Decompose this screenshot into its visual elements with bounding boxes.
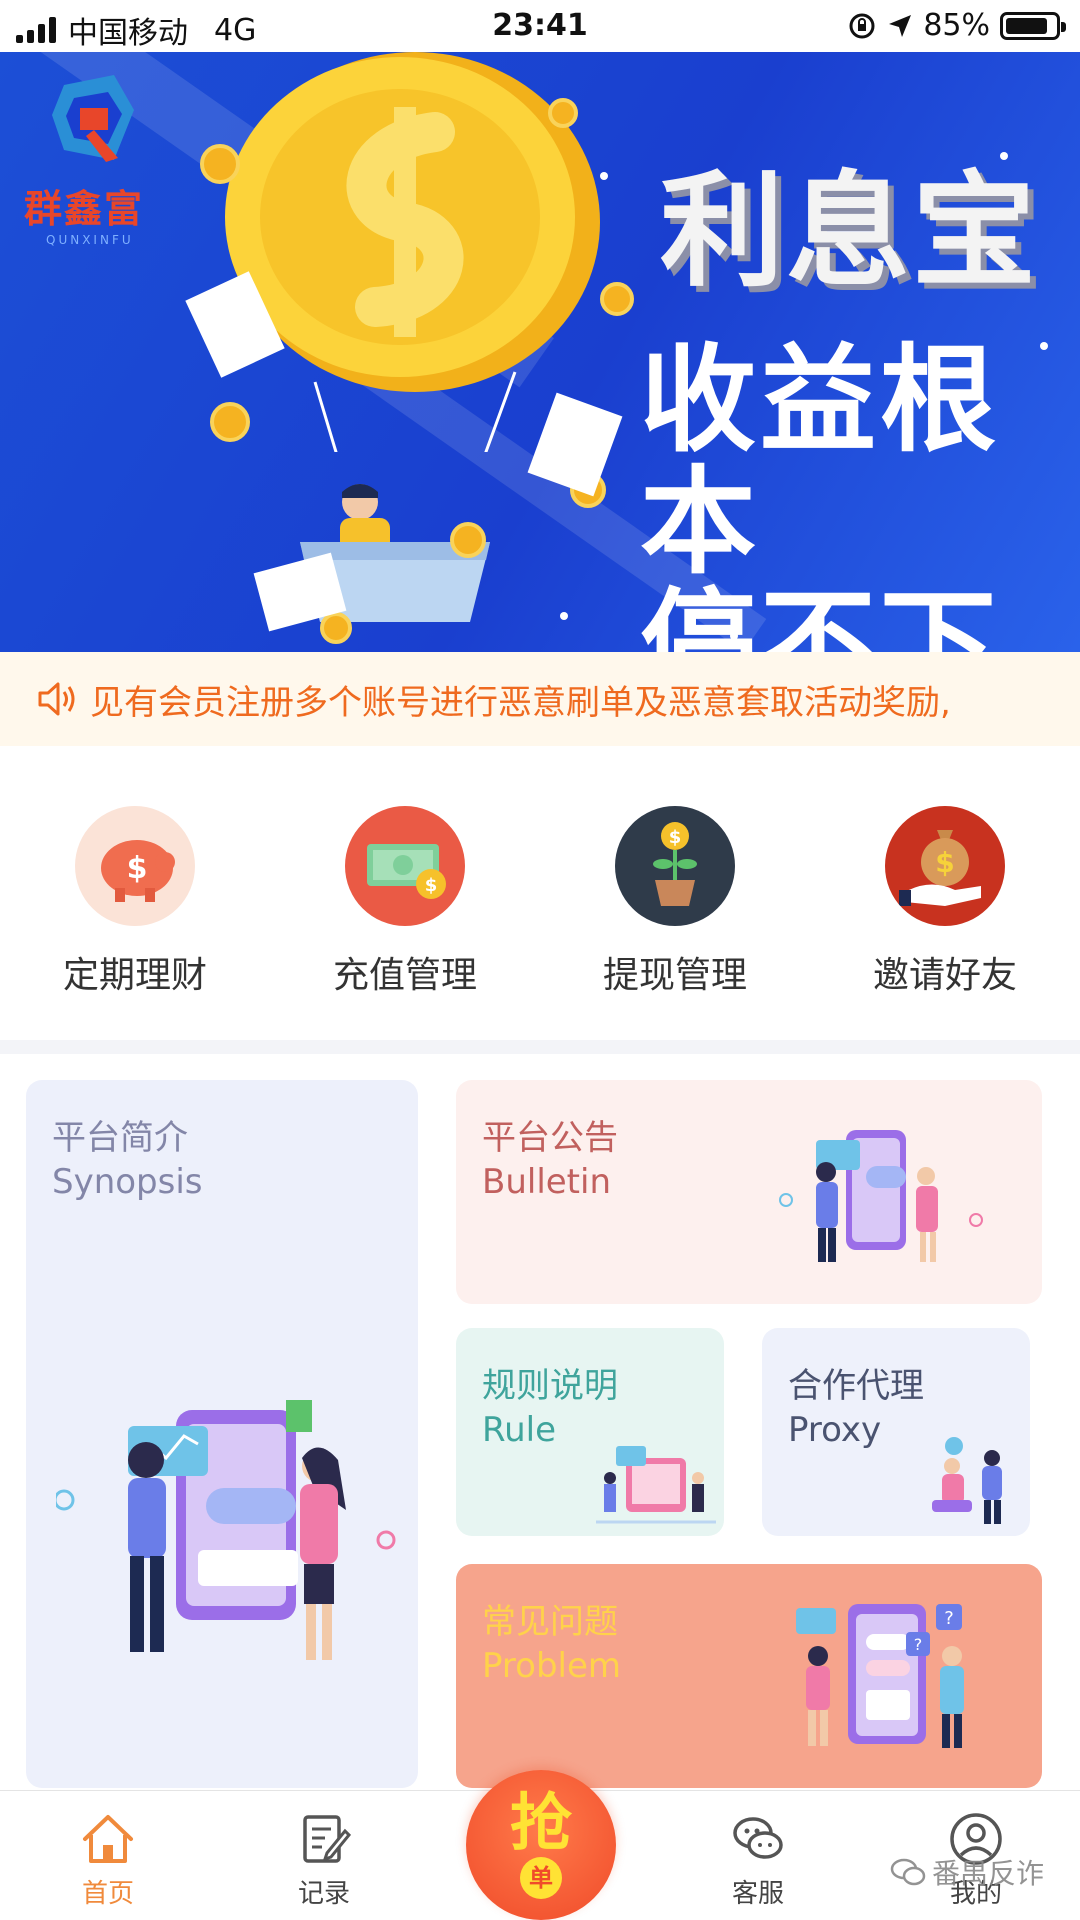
speaker-icon bbox=[38, 682, 75, 716]
record-edit-icon bbox=[303, 1815, 352, 1863]
card-rule[interactable]: 规则说明 Rule bbox=[456, 1328, 724, 1536]
brand-logo: 群鑫富 QUNXINFU bbox=[24, 70, 174, 247]
svg-text:?: ? bbox=[944, 1608, 954, 1629]
tab-home[interactable]: 首页 bbox=[38, 1811, 178, 1910]
status-bar: 中国移动 4G 23:41 85% bbox=[0, 0, 1080, 52]
wechat-icon bbox=[890, 1858, 926, 1886]
proxy-illustration bbox=[932, 1437, 1002, 1524]
quick-action-recharge[interactable]: $ 充值管理 bbox=[270, 806, 540, 1006]
tab-label: 记录 bbox=[297, 1879, 350, 1909]
money-icon: $ bbox=[345, 806, 465, 926]
grab-sub-label: 单 bbox=[520, 1857, 562, 1899]
home-icon bbox=[83, 1815, 133, 1863]
card-title-en: Synopsis bbox=[52, 1162, 203, 1202]
watermark-text: 番禺反诈 bbox=[932, 1857, 1045, 1890]
quick-action-invite[interactable]: $ 邀请好友 bbox=[810, 806, 1080, 1006]
quick-action-label: 邀请好友 bbox=[872, 955, 1017, 996]
quick-action-fixed-finance[interactable]: $ 定期理财 bbox=[0, 806, 270, 1006]
battery-icon bbox=[1000, 11, 1066, 40]
card-title-cn: 平台简介 bbox=[52, 1118, 188, 1158]
battery-percent: 85% bbox=[923, 8, 990, 43]
logo-subtext: QUNXINFU bbox=[46, 233, 134, 247]
quick-actions: $ 定期理财 $ 充值管理 $ 提现管理 $ 邀请好友 bbox=[0, 806, 1080, 1006]
banner-headline-slogan: 收益根本 停不下来 bbox=[640, 333, 1060, 653]
svg-text:$: $ bbox=[425, 875, 438, 896]
svg-text:$: $ bbox=[935, 846, 954, 879]
promo-banner[interactable]: 群鑫富 QUNXINFU 利息宝 收益根本 停不下来 bbox=[0, 52, 1080, 652]
card-problem[interactable]: 常见问题 Problem ? ? bbox=[456, 1564, 1042, 1788]
watermark: 番禺反诈 bbox=[890, 1852, 1044, 1892]
notice-bar[interactable]: 见有会员注册多个账号进行恶意刷单及恶意套取活动奖励, bbox=[0, 652, 1080, 746]
card-title-cn: 平台公告 bbox=[482, 1118, 618, 1158]
svg-text:$: $ bbox=[669, 827, 682, 848]
piggy-bank-icon: $ bbox=[75, 806, 195, 926]
grab-main-label: 抢 bbox=[509, 1786, 572, 1859]
tab-label: 客服 bbox=[731, 1879, 784, 1909]
quick-action-label: 提现管理 bbox=[602, 955, 747, 996]
card-synopsis[interactable]: 平台简介 Synopsis bbox=[26, 1080, 418, 1788]
card-title-cn: 常见问题 bbox=[482, 1602, 618, 1642]
quick-action-label: 定期理财 bbox=[62, 955, 207, 996]
banner-headline-product: 利息宝 bbox=[660, 160, 1039, 304]
card-bulletin[interactable]: 平台公告 Bulletin bbox=[456, 1080, 1042, 1304]
quick-action-withdraw[interactable]: $ 提现管理 bbox=[540, 806, 810, 1006]
location-icon bbox=[889, 14, 912, 37]
money-bag-hand-icon: $ bbox=[885, 806, 1005, 926]
card-title-en: Rule bbox=[482, 1410, 557, 1450]
tab-records[interactable]: 记录 bbox=[254, 1811, 394, 1910]
banner-headline-line-2: 停不下来 bbox=[640, 577, 1000, 653]
card-title-cn: 合作代理 bbox=[788, 1366, 924, 1406]
grab-order-button[interactable]: 抢 单 bbox=[466, 1770, 616, 1920]
banner-headline-line-1: 收益根本 bbox=[640, 333, 1000, 590]
card-title-en: Proxy bbox=[788, 1410, 882, 1450]
card-proxy[interactable]: 合作代理 Proxy bbox=[762, 1328, 1030, 1536]
logo-text: 群鑫富 bbox=[24, 187, 145, 231]
notice-text: 见有会员注册多个账号进行恶意刷单及恶意套取活动奖励, bbox=[90, 682, 951, 723]
chat-bubble-icon bbox=[733, 1817, 783, 1859]
tab-label: 首页 bbox=[81, 1879, 134, 1909]
synopsis-illustration bbox=[56, 1400, 396, 1660]
section-divider bbox=[0, 1040, 1080, 1054]
tab-service[interactable]: 客服 bbox=[688, 1811, 828, 1910]
card-title-en: Bulletin bbox=[482, 1162, 612, 1202]
svg-text:?: ? bbox=[914, 1635, 923, 1654]
rule-illustration bbox=[596, 1446, 716, 1524]
quick-action-label: 充值管理 bbox=[332, 955, 477, 996]
bulletin-illustration bbox=[779, 1130, 983, 1262]
plant-coin-icon: $ bbox=[615, 806, 735, 926]
logo-icon bbox=[52, 75, 134, 162]
problem-illustration: ? ? bbox=[796, 1604, 964, 1748]
rotation-lock-icon bbox=[849, 13, 875, 38]
gold-coin-illustration bbox=[225, 52, 600, 452]
svg-text:$: $ bbox=[127, 851, 148, 886]
card-title-cn: 规则说明 bbox=[482, 1366, 618, 1406]
card-title-en: Problem bbox=[482, 1646, 622, 1686]
